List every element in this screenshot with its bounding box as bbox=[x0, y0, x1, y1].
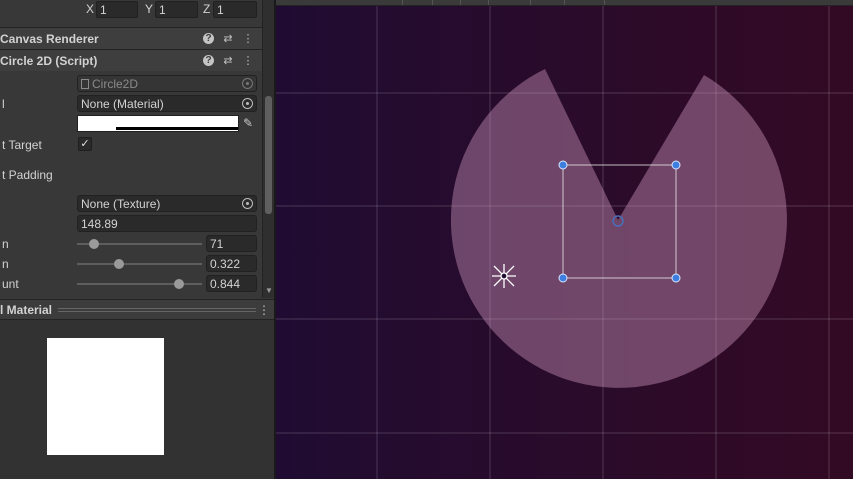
toolbar-divider bbox=[564, 0, 565, 5]
script-file-icon bbox=[81, 79, 89, 89]
eyedropper-icon[interactable]: ✎ bbox=[240, 115, 256, 132]
raycast-padding-label: t Padding bbox=[2, 168, 53, 182]
toolbar-divider bbox=[488, 0, 489, 5]
help-icon[interactable]: ? bbox=[203, 33, 214, 44]
scene-canvas[interactable] bbox=[276, 6, 853, 479]
toolbar-divider bbox=[460, 0, 461, 5]
scene-view[interactable] bbox=[274, 0, 853, 479]
presets-icon[interactable]: ⇄ bbox=[221, 32, 235, 46]
object-picker-icon[interactable] bbox=[242, 98, 253, 109]
object-picker-icon bbox=[242, 78, 253, 89]
menu-icon[interactable]: ⋮ bbox=[258, 303, 270, 317]
toolbar-divider bbox=[402, 0, 403, 5]
toolbar-divider bbox=[604, 0, 605, 5]
material-field[interactable]: None (Material) bbox=[77, 95, 257, 112]
slider2-track[interactable] bbox=[77, 263, 202, 265]
menu-icon[interactable]: ⋮ bbox=[241, 32, 255, 46]
circle2d-header[interactable]: Circle 2D (Script) ? ⇄ ⋮ bbox=[0, 49, 262, 71]
canvas-renderer-header[interactable]: Canvas Renderer ? ⇄ ⋮ bbox=[0, 27, 262, 49]
scrollbar-thumb[interactable] bbox=[265, 96, 272, 214]
menu-icon[interactable]: ⋮ bbox=[241, 54, 255, 68]
x-value-field[interactable]: 1 bbox=[96, 1, 138, 18]
slider1-thumb[interactable] bbox=[88, 239, 99, 249]
x-axis-label: X bbox=[86, 2, 95, 16]
slider3-label: unt bbox=[2, 277, 19, 291]
drag-grip-handle[interactable] bbox=[58, 308, 256, 312]
toolbar-divider bbox=[530, 0, 531, 5]
raycast-target-checkbox[interactable]: ✓ bbox=[78, 137, 92, 151]
circle2d-title: Circle 2D (Script) bbox=[0, 54, 98, 68]
material-label: l bbox=[2, 97, 5, 111]
slider2-value-field[interactable]: 0.322 bbox=[206, 255, 257, 272]
top-right-handle[interactable] bbox=[671, 160, 681, 170]
inspector-panel: X 1 Y 1 Z 1 Canvas Renderer ? ⇄ ⋮ Circle… bbox=[0, 0, 274, 479]
y-value-field[interactable]: 1 bbox=[155, 1, 198, 18]
script-field-value: Circle2D bbox=[92, 77, 139, 91]
script-field: Circle2D bbox=[77, 75, 257, 92]
color-field[interactable] bbox=[77, 115, 239, 132]
texture-field-value: None (Texture) bbox=[81, 197, 161, 211]
top-left-handle[interactable] bbox=[558, 160, 568, 170]
canvas-renderer-title: Canvas Renderer bbox=[0, 32, 99, 46]
preview-quad bbox=[47, 338, 164, 455]
scroll-down-arrow-icon[interactable]: ▼ bbox=[264, 286, 274, 295]
slider3-value-field[interactable]: 0.844 bbox=[206, 275, 257, 292]
slider3-thumb[interactable] bbox=[174, 279, 185, 289]
material-preview-header[interactable]: l Material ⋮ bbox=[0, 299, 274, 320]
y-axis-label: Y bbox=[145, 2, 154, 16]
object-picker-icon[interactable] bbox=[242, 198, 253, 209]
scale-row: X 1 Y 1 Z 1 bbox=[0, 0, 262, 20]
raycast-target-label: t Target bbox=[2, 138, 42, 152]
bottom-left-handle[interactable] bbox=[558, 273, 568, 283]
slider2-thumb[interactable] bbox=[114, 259, 125, 269]
slider1-label: n bbox=[2, 237, 9, 251]
texture-field[interactable]: None (Texture) bbox=[77, 195, 257, 212]
z-axis-label: Z bbox=[203, 2, 211, 16]
slider2-label: n bbox=[2, 257, 9, 271]
light-gizmo-icon[interactable] bbox=[492, 264, 516, 288]
toolbar-divider bbox=[432, 0, 433, 5]
z-value-field[interactable]: 1 bbox=[213, 1, 257, 18]
radius-field[interactable]: 148.89 bbox=[77, 215, 257, 232]
slider1-value-field[interactable]: 71 bbox=[206, 235, 257, 252]
material-preview-area bbox=[0, 320, 274, 479]
material-preview-title: l Material bbox=[0, 303, 53, 317]
alpha-bar bbox=[116, 127, 238, 130]
material-field-value: None (Material) bbox=[81, 97, 164, 111]
bottom-right-handle[interactable] bbox=[671, 273, 681, 283]
presets-icon[interactable]: ⇄ bbox=[221, 54, 235, 68]
help-icon[interactable]: ? bbox=[203, 55, 214, 66]
inspector-scrollbar[interactable]: ▼ bbox=[262, 0, 274, 298]
